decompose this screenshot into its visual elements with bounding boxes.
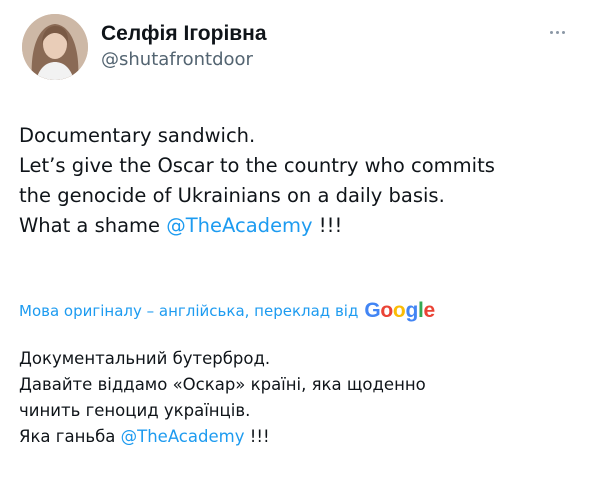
translated-line: Яка ганьба @TheAcademy !!! bbox=[19, 424, 579, 450]
tweet-card: Селфія Ігорівна @shutafrontdoor Document… bbox=[0, 0, 591, 490]
tweet-line-text: What a shame bbox=[19, 214, 167, 237]
tweet-line-text: !!! bbox=[312, 214, 343, 237]
avatar[interactable] bbox=[22, 14, 88, 80]
tweet-line: the genocide of Ukrainians on a daily ba… bbox=[19, 184, 445, 207]
profile-photo bbox=[22, 14, 88, 80]
translated-line: чинить геноцид українців. bbox=[19, 401, 251, 420]
tweet-line: Let’s give the Oscar to the country who … bbox=[19, 154, 495, 177]
google-logo: Google bbox=[364, 299, 435, 323]
more-horizontal-icon bbox=[555, 30, 559, 34]
translated-text: Документальний бутерброд. Давайте віддам… bbox=[19, 346, 579, 450]
tweet-line: What a shame @TheAcademy !!! bbox=[19, 211, 579, 241]
translated-line: Документальний бутерброд. bbox=[19, 349, 271, 368]
google-logo-letter: o bbox=[380, 299, 393, 322]
display-name[interactable]: Селфія Ігорівна bbox=[101, 22, 267, 46]
mention-link[interactable]: @TheAcademy bbox=[166, 214, 312, 237]
more-button[interactable] bbox=[540, 22, 574, 42]
translated-line: Давайте віддамо «Оскар» країні, яка щоде… bbox=[19, 375, 426, 394]
translation-link[interactable]: Мова оригіналу – англійська, переклад ві… bbox=[19, 302, 358, 320]
tweet-text: Documentary sandwich. Let’s give the Osc… bbox=[19, 121, 579, 241]
google-logo-letter: G bbox=[364, 299, 381, 322]
translated-line-text: Яка ганьба bbox=[19, 427, 121, 446]
translated-line-text: !!! bbox=[244, 427, 270, 446]
google-logo-letter: g bbox=[405, 299, 418, 322]
google-logo-letter: o bbox=[392, 299, 406, 322]
translation-note[interactable]: Мова оригіналу – англійська, переклад ві… bbox=[19, 298, 435, 324]
more-horizontal-icon bbox=[549, 30, 553, 34]
handle[interactable]: @shutafrontdoor bbox=[101, 49, 253, 70]
mention-link[interactable]: @TheAcademy bbox=[121, 427, 245, 446]
tweet-line: Documentary sandwich. bbox=[19, 124, 256, 147]
google-logo-letter: e bbox=[423, 299, 436, 322]
more-horizontal-icon bbox=[561, 30, 565, 34]
